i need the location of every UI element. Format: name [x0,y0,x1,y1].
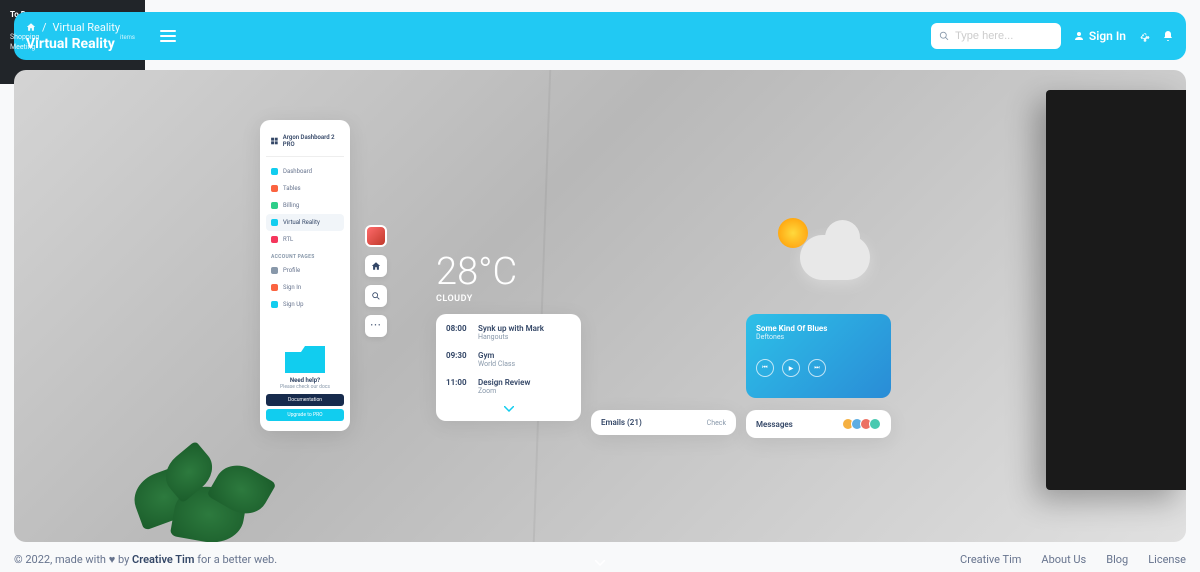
signin-button[interactable]: Sign In [1073,29,1126,43]
menu-toggle-icon[interactable] [160,30,176,42]
music-artist: Deftones [756,333,881,341]
sidebar-footer: Need help? Please check our docs Documen… [266,343,344,421]
sidebar-item-profile[interactable]: Profile [266,262,344,279]
sidebar-item-signup[interactable]: Sign Up [266,296,344,313]
ellipsis-icon: ··· [370,321,381,331]
breadcrumb-current: Virtual Reality [53,21,120,34]
weather-widget: 28°C CLOUDY [436,250,517,304]
footer-link[interactable]: About Us [1041,553,1086,566]
weather-icon [770,210,870,280]
sidebar-item-virtual-reality[interactable]: Virtual Reality [266,214,344,231]
schedule-row[interactable]: 09:30 Gym World Class [446,351,571,368]
todo-line: Shopping [10,33,39,43]
weather-temp: 28°C [436,250,517,294]
play-button[interactable]: ▶ [782,359,800,377]
prev-track-button[interactable]: ⏮ [756,359,774,377]
emails-card: Emails (21) Check [591,410,736,435]
music-title: Some Kind Of Blues [756,324,881,333]
messages-label: Messages [756,420,793,429]
message-avatars[interactable] [845,418,881,430]
todo-line: Meeting [10,43,39,53]
docs-image-icon [285,343,325,373]
sidebar-brand[interactable]: Argon Dashboard 2 PRO [266,130,344,157]
play-icon: ▶ [789,365,794,372]
sidebar-item-signin[interactable]: Sign In [266,279,344,296]
schedule-row[interactable]: 08:00 Synk up with Mark Hangouts [446,324,571,341]
help-subtitle: Please check our docs [266,384,344,390]
search-mini-button[interactable] [365,285,387,307]
upgrade-button[interactable]: Upgrade to PRO [266,409,344,421]
nav-left: / Virtual Reality Virtual Reality [26,21,120,52]
weather-condition: CLOUDY [436,294,517,304]
page-title: Virtual Reality [26,36,120,52]
avatar[interactable] [365,225,387,247]
home-button[interactable] [365,255,387,277]
bell-icon[interactable] [1162,30,1174,42]
sidebar: Argon Dashboard 2 PRO Dashboard Tables B… [260,120,350,431]
music-card: Some Kind Of Blues Deftones ⏮ ▶ ⏭ [746,314,891,398]
plant-image [134,422,294,542]
copyright: © 2022, made with ♥ by Creative Tim for … [14,553,277,566]
user-icon [1073,30,1085,42]
search-box[interactable] [931,23,1061,49]
next-track-button[interactable]: ⏭ [808,359,826,377]
sidebar-item-tables[interactable]: Tables [266,180,344,197]
schedule-row[interactable]: 11:00 Design Review Zoom [446,378,571,395]
next-icon: ⏭ [814,364,819,372]
breadcrumb: / Virtual Reality [26,21,120,34]
footer-link[interactable]: License [1148,553,1186,566]
vr-background [14,70,1186,542]
schedule-card: 08:00 Synk up with Mark Hangouts 09:30 G… [436,314,581,421]
prev-icon: ⏮ [762,364,767,372]
nav-right: Sign In [931,23,1174,49]
navbar: / Virtual Reality Virtual Reality Sign I… [14,12,1186,60]
messages-card: Messages [746,410,891,438]
home-icon [371,261,381,271]
footer-link[interactable]: Blog [1106,553,1128,566]
footer: © 2022, made with ♥ by Creative Tim for … [14,553,1186,566]
footer-link[interactable]: Creative Tim [960,553,1021,566]
emails-check-button[interactable]: Check [707,419,726,427]
creator-link[interactable]: Creative Tim [132,553,194,566]
sidebar-item-dashboard[interactable]: Dashboard [266,163,344,180]
emails-label: Emails (21) [601,418,642,427]
footer-links: Creative Tim About Us Blog License [960,553,1186,566]
chevron-down-icon [504,406,514,412]
documentation-button[interactable]: Documentation [266,394,344,406]
speaker-image [1046,90,1186,490]
help-title: Need help? [266,377,344,384]
more-button[interactable]: ··· [365,315,387,337]
profile-column: ··· [365,225,387,337]
search-icon [939,30,949,42]
search-icon [371,291,381,301]
sidebar-section-header: ACCOUNT PAGES [266,248,344,262]
home-icon[interactable] [26,22,36,32]
sidebar-item-billing[interactable]: Billing [266,197,344,214]
gear-icon[interactable] [1138,30,1150,42]
todo-items-label: items [120,34,135,41]
search-input[interactable] [955,30,1053,42]
avatar [869,418,881,430]
sidebar-item-rtl[interactable]: RTL [266,231,344,248]
expand-schedule-button[interactable] [446,405,571,415]
